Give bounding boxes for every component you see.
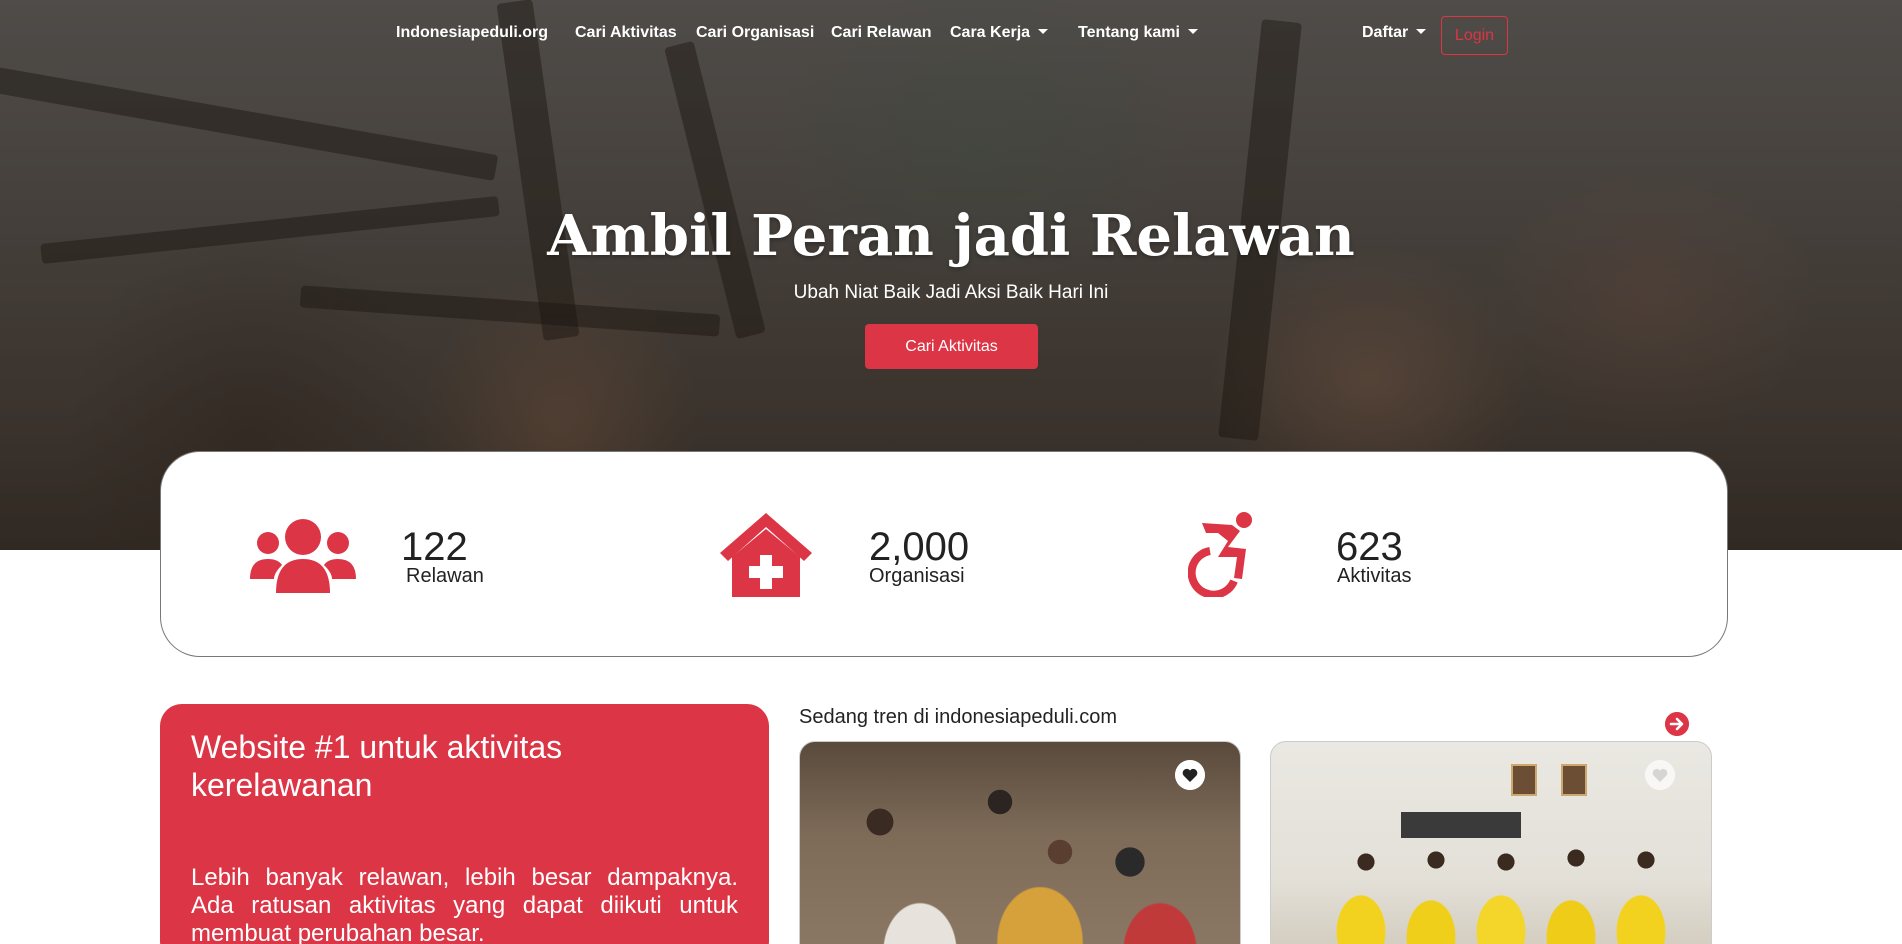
- nav-tentang-kami-label: Tentang kami: [1078, 24, 1180, 41]
- nav-cari-aktivitas[interactable]: Cari Aktivitas: [575, 24, 677, 42]
- nav-cara-kerja-label: Cara Kerja: [950, 24, 1031, 41]
- nav-daftar-dropdown[interactable]: Daftar: [1362, 24, 1427, 42]
- wall-frame: [1511, 764, 1537, 796]
- wall-frame: [1561, 764, 1587, 796]
- room-sign: [1401, 812, 1521, 838]
- nav-cari-organisasi[interactable]: Cari Organisasi: [696, 24, 814, 42]
- nav-daftar-label: Daftar: [1362, 24, 1409, 41]
- clinic-house-icon: [720, 513, 812, 597]
- top-navbar: Indonesiapeduli.org Cari Aktivitas Cari …: [0, 0, 1902, 70]
- stat-aktivitas-value: 623: [1336, 525, 1403, 569]
- brand-link[interactable]: Indonesiapeduli.org: [396, 24, 548, 42]
- trending-title: Sedang tren di indonesiapeduli.com: [799, 706, 1117, 728]
- stat-organisasi-label: Organisasi: [869, 565, 965, 587]
- login-button[interactable]: Login: [1441, 16, 1508, 55]
- wheelchair-icon: [1188, 512, 1252, 597]
- stat-relawan-label: Relawan: [406, 565, 484, 587]
- hero-subtitle: Ubah Niat Baik Jadi Aksi Baik Hari Ini: [793, 282, 1109, 303]
- caret-down-icon: [1038, 29, 1049, 34]
- stat-aktivitas-label: Aktivitas: [1337, 565, 1412, 587]
- hero-title: Ambil Peran jadi Relawan: [547, 203, 1355, 269]
- promo-card: Website #1 untuk aktivitas kerelawanan L…: [160, 704, 769, 944]
- hero-cari-aktivitas-button[interactable]: Cari Aktivitas: [865, 324, 1038, 369]
- caret-down-icon: [1416, 29, 1427, 34]
- stat-relawan-value: 122: [401, 525, 468, 569]
- nav-cara-kerja-dropdown[interactable]: Cara Kerja: [950, 24, 1049, 42]
- promo-title: Website #1 untuk aktivitas kerelawanan: [191, 729, 563, 803]
- caret-down-icon: [1187, 29, 1198, 34]
- heart-icon[interactable]: [1645, 760, 1675, 790]
- arrow-right-circle-icon[interactable]: [1665, 712, 1689, 736]
- trending-activity-card[interactable]: [1270, 741, 1712, 944]
- stats-panel: 122 Relawan 2,000 Organisasi 623 Aktivit…: [160, 451, 1728, 657]
- trending-activity-card[interactable]: [799, 741, 1241, 944]
- heart-icon[interactable]: [1175, 760, 1205, 790]
- nav-cari-relawan[interactable]: Cari Relawan: [831, 24, 931, 42]
- promo-text: Lebih banyak relawan, lebih besar dampak…: [191, 864, 738, 944]
- stat-organisasi-value: 2,000: [869, 525, 970, 569]
- users-icon: [250, 519, 356, 593]
- nav-tentang-kami-dropdown[interactable]: Tentang kami: [1078, 24, 1198, 42]
